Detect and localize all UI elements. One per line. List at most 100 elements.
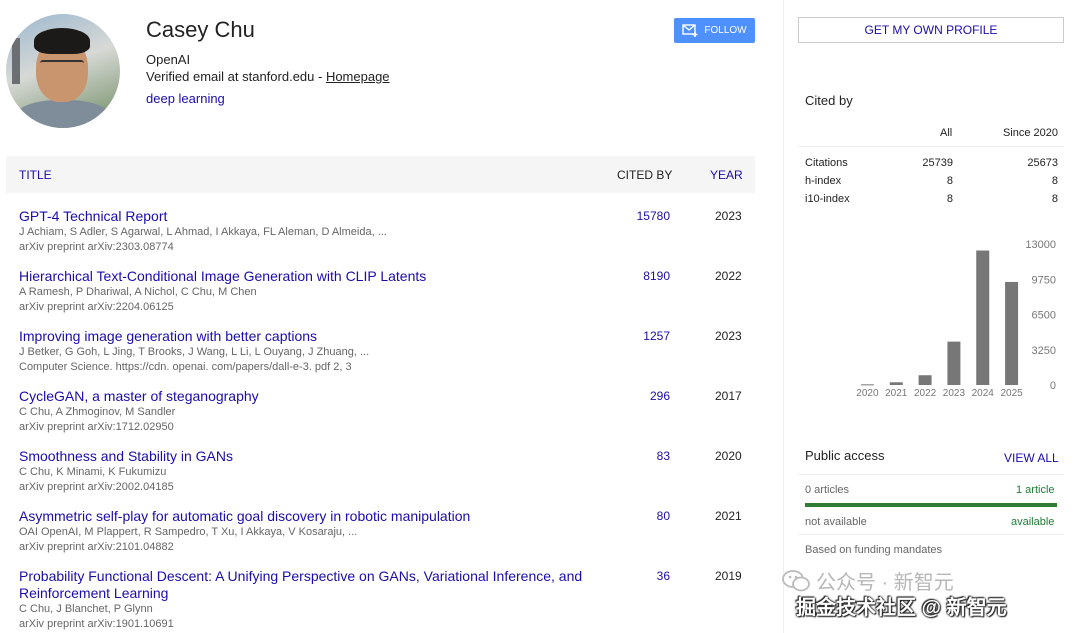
- bar-2021[interactable]: [889, 382, 903, 385]
- paper-venue: arXiv preprint arXiv:2101.04882: [19, 541, 174, 553]
- paper-venue: arXiv preprint arXiv:2303.08774: [19, 241, 174, 253]
- metric-label: Citations: [805, 157, 848, 169]
- avatar-hair: [34, 28, 90, 54]
- avatar-shirt: [14, 100, 112, 128]
- public-access-bar: [805, 503, 1057, 507]
- divider: [798, 534, 1064, 535]
- profile-name: Casey Chu: [146, 17, 255, 42]
- sort-by-title[interactable]: TITLE: [19, 168, 52, 182]
- metric-all: 8: [946, 193, 953, 205]
- paper-authors: C Chu, J Blanchet, P Glynn: [19, 603, 153, 615]
- not-available-count[interactable]: 0 articles: [805, 484, 849, 496]
- paper-authors: A Ramesh, P Dhariwal, A Nichol, C Chu, M…: [19, 286, 257, 298]
- funding-mandates-note: Based on funding mandates: [805, 544, 942, 556]
- bar-2025[interactable]: [1005, 281, 1019, 385]
- paper-venue: arXiv preprint arXiv:2002.04185: [19, 481, 174, 493]
- bar-2022[interactable]: [918, 375, 932, 385]
- table-row: Hierarchical Text-Conditional Image Gene…: [19, 268, 749, 315]
- x-tick-label: 2024: [972, 388, 995, 399]
- follow-label: FOLLOW: [704, 25, 747, 36]
- x-tick-label: 2023: [943, 388, 966, 399]
- stats-row: Citations 25739 25673: [798, 154, 1064, 172]
- citations-bar-chart: 2020 2021 2022 2023 2024 2025 13000 9750 6500 325…: [856, 239, 1056, 399]
- stats-row: i10-index 8 8: [798, 190, 1064, 208]
- follow-button[interactable]: FOLLOW: [674, 18, 755, 43]
- cited-count[interactable]: 36: [619, 569, 670, 583]
- avatar: [6, 14, 120, 128]
- x-tick-label: 2021: [885, 388, 908, 399]
- paper-venue: Computer Science. https://cdn. openai. c…: [19, 361, 352, 373]
- sort-by-year[interactable]: YEAR: [710, 168, 743, 182]
- paper-venue: arXiv preprint arXiv:2204.06125: [19, 301, 174, 313]
- y-tick-label: 6500: [1032, 310, 1056, 322]
- table-row: Improving image generation with better c…: [19, 328, 749, 375]
- table-header: TITLE CITED BY YEAR: [6, 156, 755, 193]
- available-count[interactable]: 1 article: [1016, 484, 1055, 496]
- paper-title[interactable]: Asymmetric self-play for automatic goal …: [19, 508, 599, 525]
- divider: [798, 474, 1064, 475]
- metric-since: 8: [1051, 193, 1058, 205]
- paper-year: 2020: [715, 449, 742, 463]
- y-tick-label: 3250: [1032, 345, 1056, 357]
- watermark-text-2: 掘金技术社区 @ 新智元: [796, 597, 1007, 619]
- paper-title[interactable]: CycleGAN, a master of steganography: [19, 388, 599, 405]
- table-row: Smoothness and Stability in GANs C Chu, …: [19, 448, 749, 495]
- cited-count[interactable]: 15780: [619, 209, 670, 223]
- cited-count[interactable]: 80: [619, 509, 670, 523]
- metric-since: 25673: [1027, 157, 1058, 169]
- profile-affiliation: OpenAI: [146, 52, 191, 67]
- x-tick-label: 2020: [856, 388, 879, 399]
- profile-email: Verified email at stanford.edu - Homepag…: [146, 69, 390, 84]
- citation-stats-table: All Since 2020 Citations 25739 25673 h-i…: [798, 119, 1064, 208]
- metric-since: 8: [1051, 175, 1058, 187]
- paper-year: 2021: [715, 509, 742, 523]
- col-all: All: [940, 127, 953, 139]
- interest-link[interactable]: deep learning: [146, 91, 225, 106]
- table-row: Asymmetric self-play for automatic goal …: [19, 508, 749, 555]
- cited-count[interactable]: 1257: [619, 329, 670, 343]
- view-all-link[interactable]: VIEW ALL: [1004, 451, 1059, 465]
- paper-title[interactable]: Improving image generation with better c…: [19, 328, 599, 345]
- table-row: CycleGAN, a master of steganography C Ch…: [19, 388, 749, 435]
- x-tick-label: 2022: [914, 388, 937, 399]
- stats-header: All Since 2020: [798, 119, 1064, 147]
- homepage-link[interactable]: Homepage: [326, 69, 390, 84]
- metric-all: 8: [946, 175, 953, 187]
- bar-2024[interactable]: [976, 250, 990, 385]
- y-tick-label: 0: [1050, 380, 1056, 392]
- public-access-bar-fill: [805, 503, 1057, 507]
- watermark: 公众号 · 新智元 掘金技术社区 @ 新智元: [782, 566, 1072, 626]
- paper-title[interactable]: GPT-4 Technical Report: [19, 208, 599, 225]
- bar-2020[interactable]: [860, 384, 874, 386]
- paper-authors: OAI OpenAI, M Plappert, R Sampedro, T Xu…: [19, 526, 358, 538]
- table-row: GPT-4 Technical Report J Achiam, S Adler…: [19, 208, 749, 255]
- bar-2023[interactable]: [947, 341, 961, 385]
- metric-label: i10-index: [805, 193, 850, 205]
- email-text: Verified email at stanford.edu -: [146, 69, 326, 84]
- paper-title[interactable]: Hierarchical Text-Conditional Image Gene…: [19, 268, 599, 285]
- cited-count[interactable]: 83: [619, 449, 670, 463]
- column-divider: [783, 0, 784, 633]
- cited-count[interactable]: 8190: [619, 269, 670, 283]
- cited-count[interactable]: 296: [619, 389, 670, 403]
- paper-authors: J Betker, G Goh, L Jing, T Brooks, J Wan…: [19, 346, 370, 358]
- metric-all: 25739: [922, 157, 953, 169]
- col-since: Since 2020: [1002, 127, 1058, 139]
- cited-by-title: Cited by: [805, 93, 853, 108]
- paper-authors: C Chu, K Minami, K Fukumizu: [19, 466, 167, 478]
- available-label: available: [1011, 516, 1055, 528]
- paper-authors: J Achiam, S Adler, S Agarwal, L Ahmad, I…: [19, 226, 387, 238]
- y-tick-label: 9750: [1032, 274, 1056, 286]
- paper-venue: arXiv preprint arXiv:1901.10691: [19, 618, 174, 630]
- x-tick-label: 2025: [1000, 388, 1023, 399]
- not-available-label: not available: [805, 516, 867, 528]
- paper-title[interactable]: Smoothness and Stability in GANs: [19, 448, 599, 465]
- avatar-background: [12, 38, 20, 84]
- public-access-title: Public access: [805, 448, 885, 463]
- wechat-icon: [782, 569, 810, 591]
- get-my-own-profile-button[interactable]: GET MY OWN PROFILE: [798, 17, 1064, 43]
- metric-label: h-index: [805, 175, 842, 187]
- stats-row: h-index 8 8: [798, 172, 1064, 190]
- paper-title[interactable]: Probability Functional Descent: A Unifyi…: [19, 568, 599, 602]
- sort-by-cited[interactable]: CITED BY: [617, 168, 672, 182]
